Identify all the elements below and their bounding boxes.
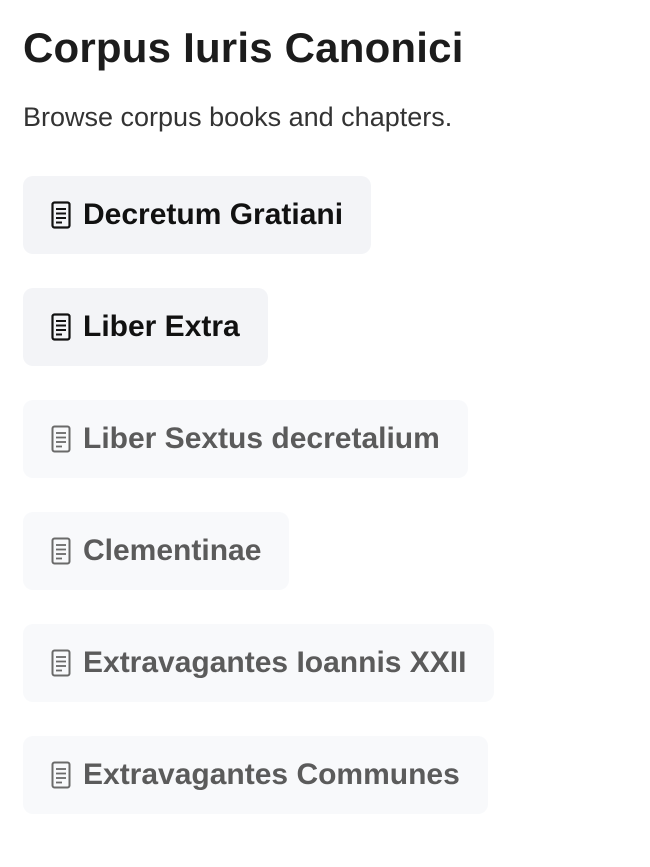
book-label: Clementinae — [83, 534, 262, 567]
document-icon — [51, 313, 71, 341]
list-item: Clementinae — [23, 512, 494, 590]
book-list: Decretum Gratiani Liber Extra Liber Sext… — [23, 176, 495, 848]
document-icon — [51, 425, 71, 453]
list-item: Liber Sextus decretalium — [23, 400, 494, 478]
book-button-extravagantes-communes[interactable]: Extravagantes Communes — [23, 736, 488, 814]
document-icon — [51, 761, 71, 789]
document-icon — [51, 537, 71, 565]
document-icon — [51, 649, 71, 677]
book-label: Extravagantes Communes — [83, 758, 460, 791]
book-label: Extravagantes Ioannis XXII — [83, 646, 467, 679]
list-item: Extravagantes Ioannis XXII — [23, 624, 495, 702]
book-label: Decretum Gratiani — [83, 198, 344, 231]
book-label: Liber Extra — [83, 310, 240, 343]
book-button-liber-extra[interactable]: Liber Extra — [23, 288, 268, 366]
book-button-clementinae[interactable]: Clementinae — [23, 512, 290, 590]
page-title: Corpus Iuris Canonici — [23, 24, 464, 71]
document-icon — [51, 201, 71, 229]
book-button-decretum-gratiani[interactable]: Decretum Gratiani — [23, 176, 372, 254]
book-button-extravagantes-ioannis[interactable]: Extravagantes Ioannis XXII — [23, 624, 495, 702]
page-subtitle: Browse corpus books and chapters. — [23, 102, 453, 132]
book-button-liber-sextus[interactable]: Liber Sextus decretalium — [23, 400, 468, 478]
list-item: Liber Extra — [23, 288, 494, 366]
book-label: Liber Sextus decretalium — [83, 422, 440, 455]
list-item: Extravagantes Communes — [23, 736, 494, 814]
corpus-page: Corpus Iuris Canonici Browse corpus book… — [0, 0, 650, 867]
list-item: Decretum Gratiani — [23, 176, 494, 254]
